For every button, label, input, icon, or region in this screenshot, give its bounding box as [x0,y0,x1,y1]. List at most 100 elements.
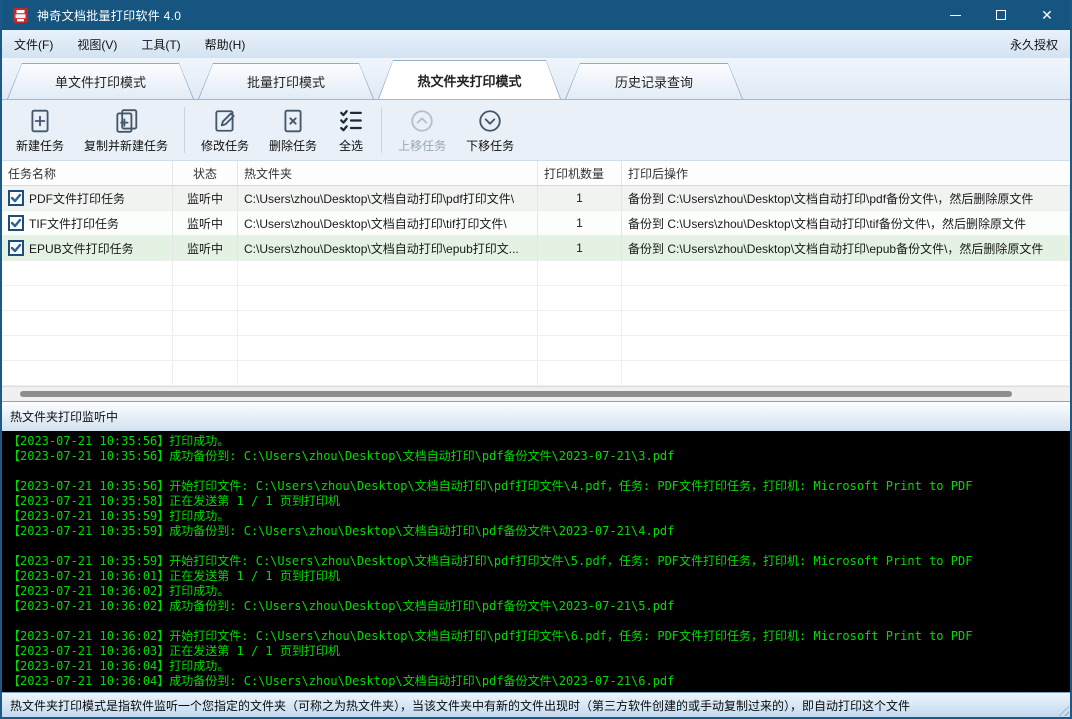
tab-strip: 单文件打印模式批量打印模式热文件夹打印模式历史记录查询 [2,58,1070,100]
empty-cell [538,361,622,386]
empty-cell [173,336,238,361]
task-checkbox[interactable] [8,240,24,256]
window-title: 神奇文档批量打印软件 4.0 [37,7,181,24]
toolbar-button-label: 新建任务 [16,137,64,154]
titlebar: 神奇文档批量打印软件 4.0 ✕ [2,0,1070,30]
复制并新建任务-button[interactable]: 复制并新建任务 [74,102,178,158]
column-header-打印后操作[interactable]: 打印后操作 [622,161,1070,185]
menu-item-1[interactable]: 视图(V) [65,32,129,57]
scrollbar-thumb[interactable] [20,391,1012,397]
table-header: 任务名称状态热文件夹打印机数量打印后操作 [2,161,1070,186]
tab-label: 历史记录查询 [566,64,742,99]
table-row[interactable]: EPUB文件打印任务 监听中C:\Users\zhou\Desktop\文档自动打… [2,236,1070,261]
task-checkbox[interactable] [8,215,24,231]
tab-批量打印模式[interactable]: 批量打印模式 [198,63,374,99]
delete-task-icon [279,107,307,135]
empty-cell [622,311,1070,336]
column-header-热文件夹[interactable]: 热文件夹 [238,161,538,185]
tab-单文件打印模式[interactable]: 单文件打印模式 [7,63,194,99]
log-line [8,464,1064,479]
empty-cell [622,361,1070,386]
task-checkbox[interactable] [8,190,24,206]
table-row-empty [2,261,1070,286]
minimize-icon [950,15,961,16]
monitor-status-text: 热文件夹打印监听中 [10,408,118,425]
move-down-icon [476,107,504,135]
copy-new-task-icon [112,107,140,135]
全选-button[interactable]: 全选 [327,102,375,158]
toolbar-button-label: 下移任务 [466,137,514,154]
log-line [8,614,1064,629]
task-status-cell: 监听中 [173,236,238,261]
monitor-status-bar: 热文件夹打印监听中 [2,401,1070,431]
empty-cell [238,261,538,286]
empty-cell [538,311,622,336]
empty-cell [538,261,622,286]
tab-历史记录查询[interactable]: 历史记录查询 [565,63,743,99]
table-row-empty [2,361,1070,386]
toolbar-separator [184,107,185,153]
tab-label: 批量打印模式 [199,64,373,99]
log-line: 【2023-07-21 10:35:58】正在发送第 1 / 1 页到打印机 [8,494,1064,509]
empty-cell [538,336,622,361]
log-console[interactable]: 【2023-07-21 10:35:56】打印成功。【2023-07-21 10… [2,431,1070,692]
close-button[interactable]: ✕ [1024,0,1070,30]
log-line: 【2023-07-21 10:35:59】开始打印文件: C:\Users\zh… [8,554,1064,569]
license-status: 永久授权 [1010,36,1070,53]
edit-task-icon [211,107,239,135]
resize-grip[interactable] [1056,703,1069,716]
上移任务-button: 上移任务 [388,102,456,158]
log-line: 【2023-07-21 10:36:01】正在发送第 1 / 1 页到打印机 [8,569,1064,584]
hot-folder-cell: C:\Users\zhou\Desktop\文档自动打印\epub打印文... [238,236,538,261]
task-table: 任务名称状态热文件夹打印机数量打印后操作 PDF文件打印任务监听中C:\User… [2,161,1070,401]
table-row[interactable]: PDF文件打印任务 监听中C:\Users\zhou\Desktop\文档自动打印… [2,186,1070,211]
post-action-cell: 备份到 C:\Users\zhou\Desktop\文档自动打印\tif备份文件… [622,211,1070,236]
log-line: 【2023-07-21 10:35:59】成功备份到: C:\Users\zho… [8,524,1064,539]
task-name-cell: PDF文件打印任务 [2,186,173,211]
horizontal-scrollbar[interactable] [2,386,1070,401]
删除任务-button[interactable]: 删除任务 [259,102,327,158]
minimize-button[interactable] [932,0,978,30]
empty-cell [238,286,538,311]
task-status-cell: 监听中 [173,186,238,211]
task-name-label: EPUB文件打印任务 [29,240,134,257]
empty-cell [2,361,173,386]
toolbar-separator [381,107,382,153]
app-printer-icon [12,7,29,24]
empty-cell [2,261,173,286]
hot-folder-cell: C:\Users\zhou\Desktop\文档自动打印\pdf打印文件\ [238,186,538,211]
menu-item-0[interactable]: 文件(F) [2,32,65,57]
log-line: 【2023-07-21 10:35:56】开始打印文件: C:\Users\zh… [8,479,1064,494]
log-line: 【2023-07-21 10:35:56】打印成功。 [8,434,1064,449]
hot-folder-cell: C:\Users\zhou\Desktop\文档自动打印\tif打印文件\ [238,211,538,236]
app-window: 神奇文档批量打印软件 4.0 ✕ 文件(F)视图(V)工具(T)帮助(H) 永久… [0,0,1072,719]
empty-cell [2,311,173,336]
table-row-empty [2,336,1070,361]
log-line: 【2023-07-21 10:36:02】开始打印文件: C:\Users\zh… [8,629,1064,644]
menu-bar: 文件(F)视图(V)工具(T)帮助(H) 永久授权 [2,30,1070,58]
empty-cell [622,336,1070,361]
toolbar-button-label: 删除任务 [269,137,317,154]
maximize-button[interactable] [978,0,1024,30]
修改任务-button[interactable]: 修改任务 [191,102,259,158]
column-header-打印机数量[interactable]: 打印机数量 [538,161,622,185]
empty-cell [622,261,1070,286]
empty-cell [2,336,173,361]
maximize-icon [996,10,1006,20]
task-status-cell: 监听中 [173,211,238,236]
log-line: 【2023-07-21 10:36:02】打印成功。 [8,584,1064,599]
tab-热文件夹打印模式[interactable]: 热文件夹打印模式 [378,60,561,99]
下移任务-button[interactable]: 下移任务 [456,102,524,158]
tab-label: 热文件夹打印模式 [379,61,560,99]
empty-cell [238,336,538,361]
column-header-任务名称[interactable]: 任务名称 [2,161,173,185]
menu-item-2[interactable]: 工具(T) [129,32,192,57]
log-line: 【2023-07-21 10:36:04】成功备份到: C:\Users\zho… [8,674,1064,689]
column-header-状态[interactable]: 状态 [173,161,238,185]
新建任务-button[interactable]: 新建任务 [6,102,74,158]
table-row-empty [2,311,1070,336]
menu-item-3[interactable]: 帮助(H) [193,32,258,57]
table-row[interactable]: TIF文件打印任务监听中C:\Users\zhou\Desktop\文档自动打印… [2,211,1070,236]
post-action-cell: 备份到 C:\Users\zhou\Desktop\文档自动打印\pdf备份文件… [622,186,1070,211]
task-name-label: PDF文件打印任务 [29,190,125,207]
